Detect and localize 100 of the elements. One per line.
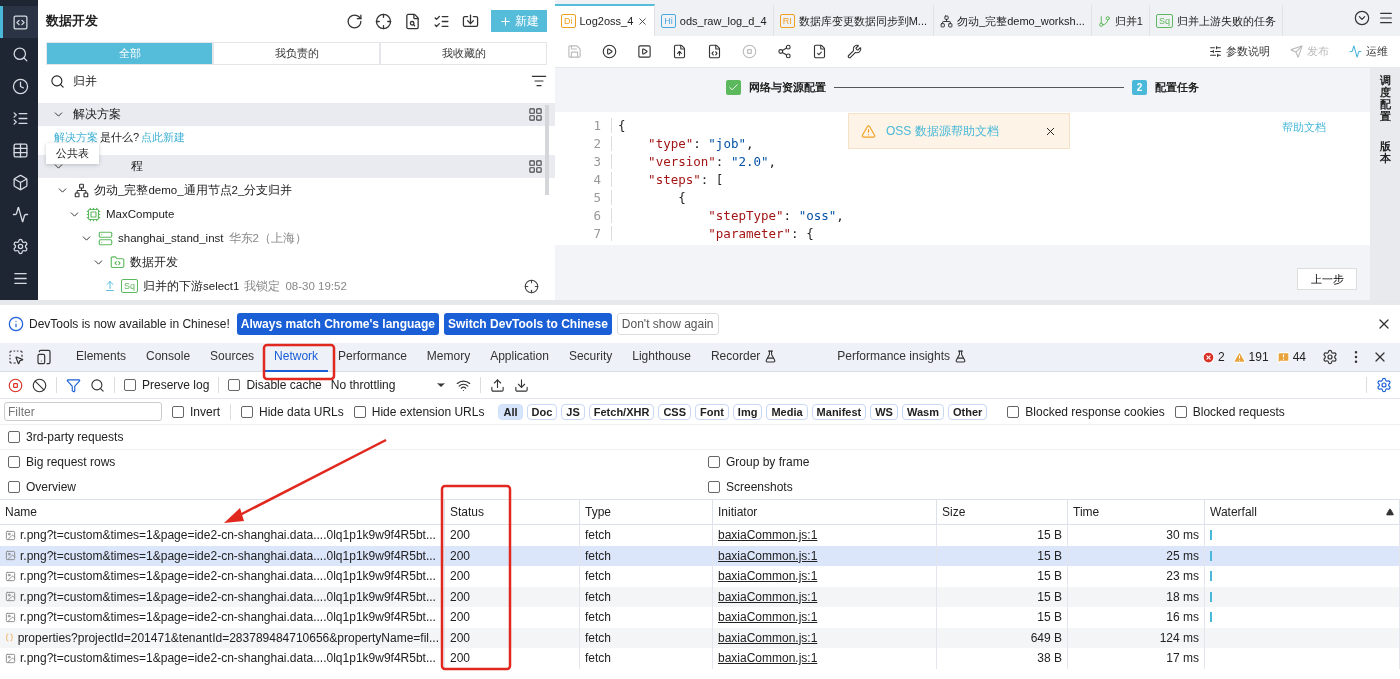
initiator-link[interactable]: baxiaCommon.js:1 <box>718 548 818 563</box>
devtools-tab[interactable]: Application <box>480 342 559 372</box>
column-header[interactable]: Status <box>445 499 580 525</box>
type-filter-chip[interactable]: Doc <box>526 403 558 420</box>
line-number: 5 <box>592 189 602 205</box>
type-badge: RI <box>779 14 795 28</box>
line-number: 4 <box>592 171 602 187</box>
column-header[interactable]: Size <box>937 499 1068 525</box>
initiator-link[interactable]: baxiaCommon.js:1 <box>718 589 818 604</box>
type-filter-chip[interactable]: Manifest <box>811 403 867 420</box>
devtools-tab[interactable]: Console <box>136 342 201 372</box>
devtools-tab[interactable]: Memory <box>416 342 481 372</box>
line-number: 3 <box>592 153 602 169</box>
language-button[interactable]: Always match Chrome's language <box>236 313 440 335</box>
initiator-link[interactable]: baxiaCommon.js:1 <box>718 651 818 666</box>
error-count[interactable]: 2 <box>1201 350 1225 364</box>
language-button[interactable]: Switch DevTools to Chinese <box>444 313 612 335</box>
lock-status: 我锁定 <box>244 278 281 294</box>
type-cell: fetch <box>580 627 713 648</box>
code-line: { <box>611 189 686 205</box>
warning-count[interactable]: 191 <box>1232 350 1269 364</box>
time-cell: 18 ms <box>1068 586 1205 607</box>
dismiss-button[interactable]: Don't show again <box>616 313 719 335</box>
column-header[interactable]: Type <box>580 499 713 525</box>
type-filter-chip[interactable]: WS <box>870 403 898 420</box>
type-filter-chip[interactable]: CSS <box>658 403 692 420</box>
type-badge: Hi <box>661 14 676 28</box>
checkbox-label: 3rd-party requests <box>26 430 124 444</box>
section-title: 解决方案 <box>73 106 122 123</box>
initiator-link[interactable]: baxiaCommon.js:1 <box>718 610 818 625</box>
name-cell[interactable]: r.png?t=custom&times=1&page=ide2-cn-shanghai.data....0lq1p1k9w9f4R5bt... <box>0 545 445 566</box>
issue-count[interactable]: 44 <box>1276 350 1306 364</box>
code-line: "parameter": { <box>611 225 814 241</box>
filter-tab[interactable]: 我负责的 <box>213 42 380 65</box>
type-filter-chip[interactable]: Font <box>695 403 729 420</box>
type-filter-chip[interactable]: Img <box>732 403 763 420</box>
devtools-tab[interactable]: Network <box>264 342 329 372</box>
step-marker: 2 <box>1132 79 1147 95</box>
checkbox-label: Invert <box>190 404 220 419</box>
type-filter-chip[interactable]: Other <box>947 403 988 420</box>
previous-button[interactable]: 上一步 <box>1297 268 1357 290</box>
step-label: 配置任务 <box>1155 79 1199 95</box>
size-cell: 15 B <box>937 586 1068 607</box>
devtools-tab[interactable]: Performance <box>328 342 417 372</box>
throttling-select[interactable]: No throttling <box>330 378 448 392</box>
time-cell: 124 ms <box>1068 627 1205 648</box>
devtools-tab[interactable]: Elements <box>66 342 137 372</box>
code-editor[interactable]: 1 { 2 "type": "job", 3 "version": "2.0", 4 "steps": [ 5 { 6 "stepType": "oss", 7 "parameter": { OSS 数据源帮助文档 帮助文档 <box>555 112 1370 245</box>
type-filter-chip[interactable]: Media <box>766 403 808 420</box>
tree-item[interactable]: 勿动_完整demo_通用节点2_分支归并 <box>94 182 293 198</box>
section-header[interactable]: 解决方案 <box>38 103 555 126</box>
column-header[interactable]: Waterfall <box>1205 499 1400 525</box>
file-tab[interactable]: Di Log2oss_4 <box>555 4 656 36</box>
tree-item[interactable]: 数据开发 <box>130 254 178 270</box>
timestamp: 08-30 19:52 <box>285 280 347 292</box>
line-number: 1 <box>592 117 602 133</box>
tree-item[interactable]: shanghai_stand_inst <box>118 232 224 244</box>
side-tab[interactable]: 版本 <box>1379 140 1391 165</box>
devtools-tab[interactable]: Recorder <box>700 342 788 372</box>
type-badge: Sq <box>1155 14 1173 28</box>
checkbox-label: Disable cache <box>246 378 322 392</box>
column-header[interactable]: Name <box>0 499 445 525</box>
checkbox-label: Hide extension URLs <box>371 404 485 419</box>
type-filter-chip[interactable]: Wasm <box>901 403 944 420</box>
column-header[interactable]: Initiator <box>713 499 937 525</box>
checkbox-label: Preserve log <box>142 378 210 392</box>
tooltip: 公共表 <box>46 143 99 164</box>
banner-text: DevTools is now available in Chinese! <box>29 317 230 331</box>
region-label: 华东2（上海） <box>228 230 307 246</box>
devtools-tab[interactable]: Performance insights <box>827 342 978 372</box>
type-filter-chip[interactable]: JS <box>561 403 585 420</box>
tree-item[interactable]: 归并的下游select1 <box>143 278 240 294</box>
code-line: "stepType": "oss", <box>611 207 844 223</box>
devtools-tab[interactable]: Lighthouse <box>622 342 701 372</box>
time-cell: 25 ms <box>1068 545 1205 566</box>
devtools-tab[interactable]: Security <box>558 342 623 372</box>
initiator-link[interactable]: baxiaCommon.js:1 <box>718 528 818 543</box>
checkbox-label: Big request rows <box>26 455 116 469</box>
tree-item[interactable]: MaxCompute <box>106 208 175 220</box>
checkbox-label: Blocked response cookies <box>1025 404 1165 419</box>
type-cell: fetch <box>580 586 713 607</box>
filter-tab[interactable]: 我收藏的 <box>380 42 547 65</box>
side-tab[interactable]: 调度配置 <box>1379 74 1391 123</box>
size-cell: 649 B <box>937 627 1068 648</box>
name-cell[interactable]: properties?projectId=201471&tenantId=283789484710656&propertyName=fil... <box>0 627 445 648</box>
toolbar-action[interactable]: 参数说明 <box>1209 44 1270 59</box>
column-header[interactable]: Time <box>1068 499 1205 525</box>
devtools-tab[interactable]: Sources <box>200 342 265 372</box>
sql-badge: Sq <box>121 279 138 293</box>
hint-text: 是什么? <box>100 130 140 145</box>
code-line: "type": "job", <box>611 135 754 151</box>
name-cell[interactable]: r.png?t=custom&times=1&page=ide2-cn-shanghai.data....0lq1p1k9w9f4R5bt... <box>0 586 445 607</box>
filter-field[interactable]: Filter <box>4 402 162 421</box>
type-filter-chip[interactable]: Fetch/XHR <box>588 403 655 420</box>
toolbar-action[interactable]: 运维 <box>1349 44 1388 59</box>
type-filter-chip[interactable]: All <box>498 403 523 420</box>
initiator-link[interactable]: baxiaCommon.js:1 <box>718 630 818 645</box>
code-line: { <box>611 117 626 133</box>
initiator-link[interactable]: baxiaCommon.js:1 <box>718 569 818 584</box>
step-label: 网络与资源配置 <box>749 79 826 95</box>
